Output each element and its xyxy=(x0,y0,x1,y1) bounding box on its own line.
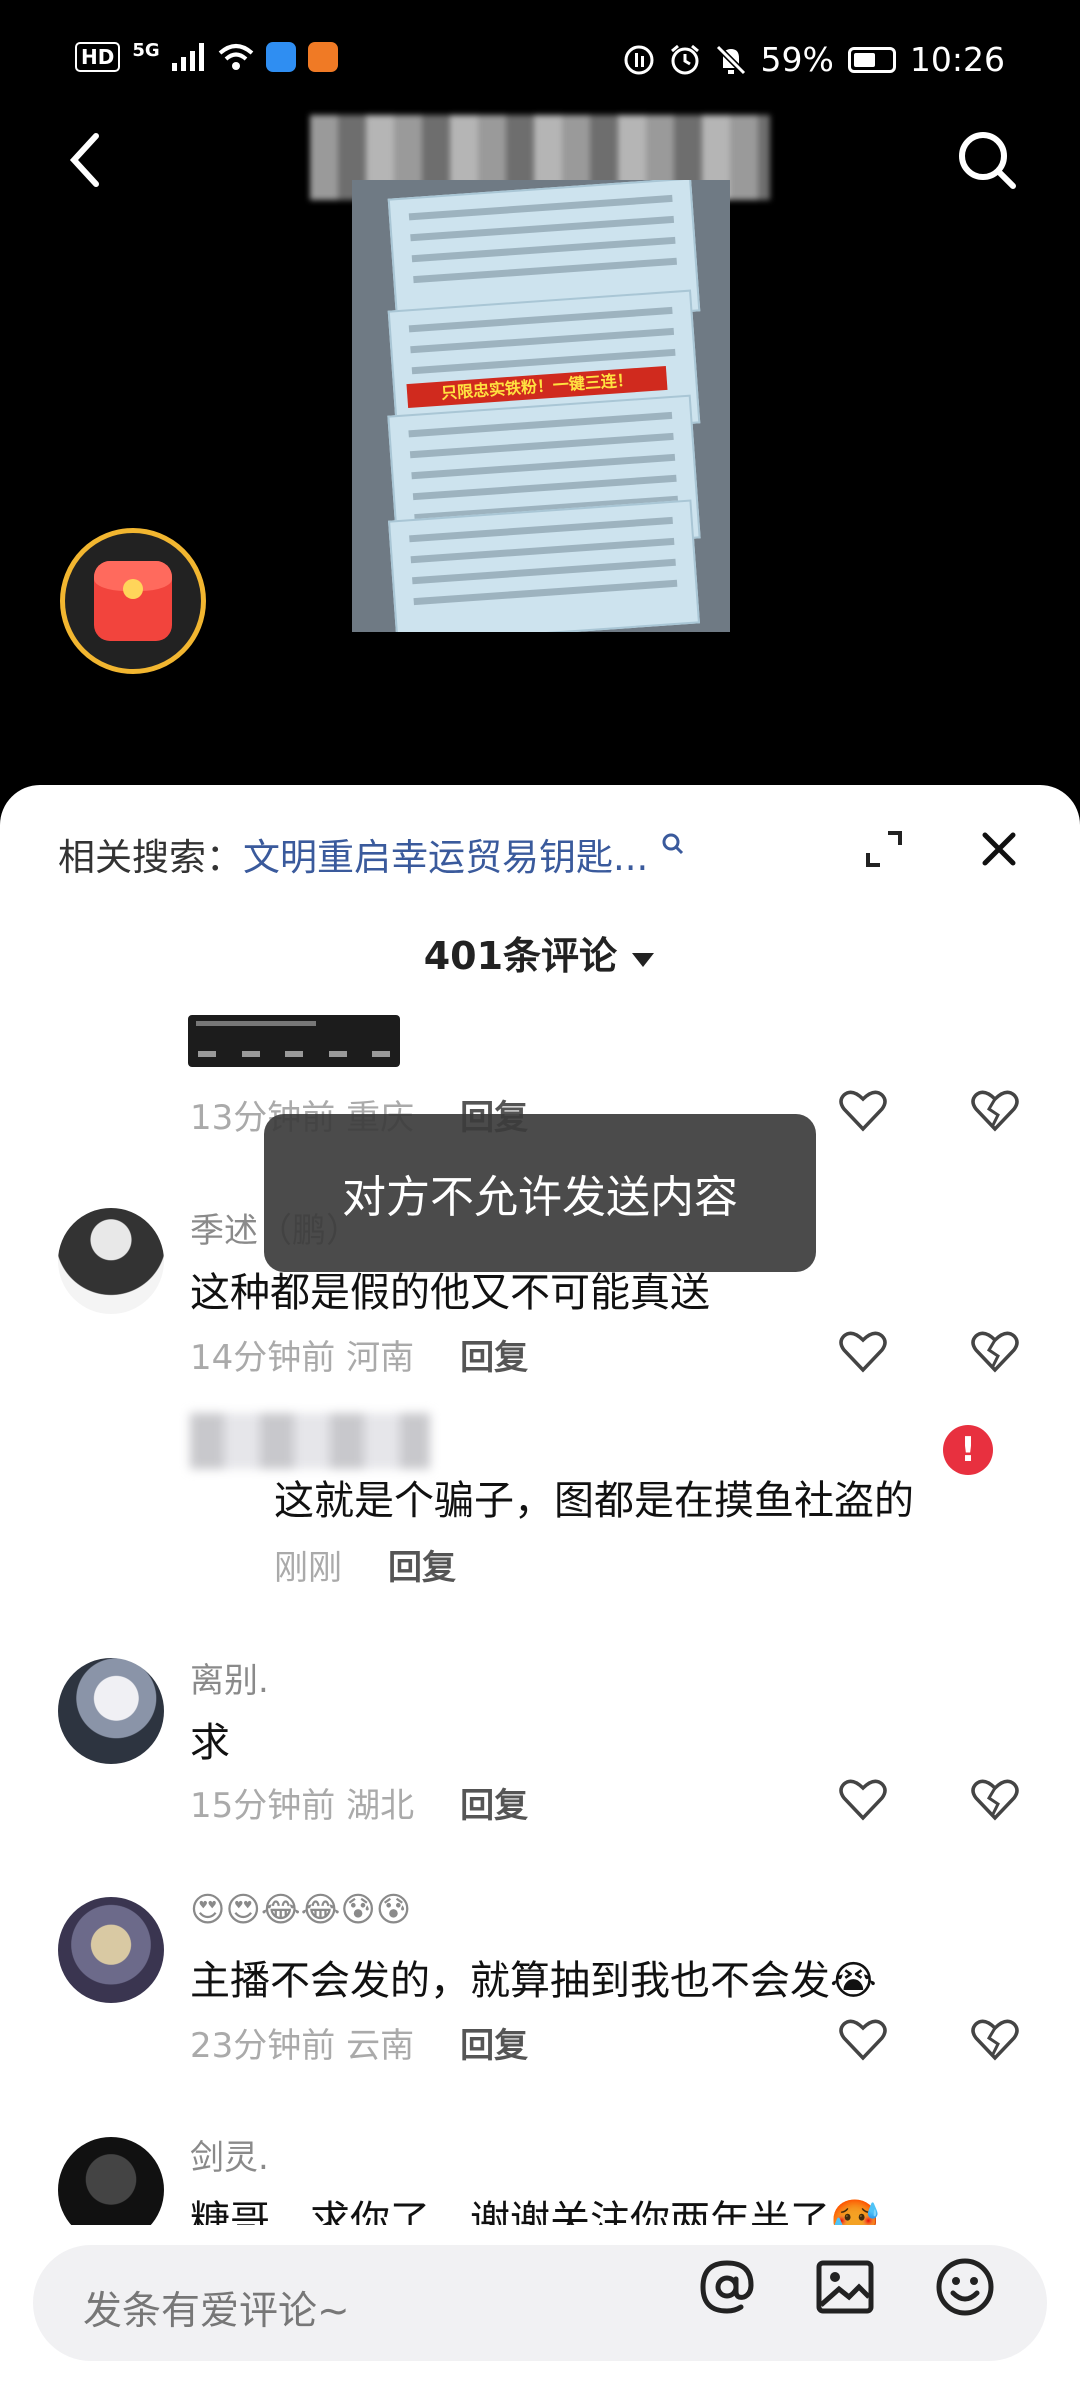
comments-sheet: 相关搜索：文明重启幸运贸易钥匙... 401条评论 13分钟前 重庆回复 季述（… xyxy=(0,785,1080,2388)
send-failed-icon[interactable]: ! xyxy=(943,1425,993,1475)
avatar[interactable] xyxy=(58,1897,164,2003)
comment-text: 求 xyxy=(190,1720,230,1766)
caret-down-icon xyxy=(632,953,655,967)
app-notification-icon xyxy=(307,42,338,72)
heart-icon[interactable] xyxy=(838,1776,888,1822)
related-search-label: 相关搜索： xyxy=(58,836,243,879)
close-icon[interactable] xyxy=(979,829,1019,869)
blurred-author xyxy=(190,1413,430,1469)
hd-indicator: HD xyxy=(75,42,121,72)
comment-input-placeholder: 发条有爱评论~ xyxy=(83,2289,350,2334)
coupon-card xyxy=(388,499,700,632)
comment-author[interactable]: 离别. xyxy=(190,1653,269,1702)
avatar[interactable] xyxy=(58,1658,164,1764)
status-bar: HD 5G 59% 10:26 xyxy=(0,0,1080,120)
comment-count[interactable]: 401条评论 xyxy=(0,925,1080,980)
comment-meta: 刚刚 回复 xyxy=(274,1548,456,1588)
comment-text: 主播不会发的，就算抽到我也不会发😭 xyxy=(190,1958,877,2004)
reply-button[interactable]: 回复 xyxy=(460,1786,528,1826)
broken-heart-icon[interactable] xyxy=(970,1328,1020,1374)
battery-icon xyxy=(847,46,896,73)
video-frame[interactable]: 只限忠实铁粉！一键三连！ xyxy=(352,180,730,632)
red-packet-icon xyxy=(94,561,172,641)
reply-button[interactable]: 回复 xyxy=(460,2026,528,2066)
battery-percent: 59% xyxy=(760,40,834,79)
wifi-icon xyxy=(218,44,253,70)
heart-icon[interactable] xyxy=(838,1087,888,1133)
avatar[interactable] xyxy=(58,1208,164,1314)
comment-input[interactable]: 发条有爱评论~ xyxy=(33,2245,1047,2361)
mention-icon[interactable] xyxy=(695,2255,759,2319)
back-button[interactable] xyxy=(56,120,116,200)
comment-meta: 23分钟前 云南 回复 xyxy=(190,2026,529,2066)
reply-button[interactable]: 回复 xyxy=(388,1548,456,1588)
broken-heart-icon[interactable] xyxy=(970,1776,1020,1822)
comment-author-emoji[interactable]: 😍😍😂😂😰😰 xyxy=(190,1890,411,1930)
network-type: 5G xyxy=(132,39,160,61)
search-icon xyxy=(662,833,684,854)
related-search[interactable]: 相关搜索：文明重启幸运贸易钥匙... xyxy=(58,827,686,881)
heart-icon[interactable] xyxy=(838,1328,888,1374)
comment-meta: 15分钟前 湖北 回复 xyxy=(190,1786,529,1826)
reply-button[interactable]: 回复 xyxy=(460,1338,528,1378)
image-icon[interactable] xyxy=(813,2255,877,2319)
related-search-query[interactable]: 文明重启幸运贸易钥匙... xyxy=(243,836,648,879)
red-packet-button[interactable] xyxy=(60,528,206,674)
app-notification-icon xyxy=(265,42,296,72)
comment-count-label: 401条评论 xyxy=(423,934,618,978)
heart-icon[interactable] xyxy=(838,2016,888,2062)
comment-meta: 14分钟前 河南 回复 xyxy=(190,1338,529,1378)
comment-input-bar: 发条有爱评论~ xyxy=(0,2225,1080,2388)
comment-author[interactable]: 剑灵. xyxy=(190,2130,269,2179)
search-button[interactable] xyxy=(952,120,1022,200)
back-arrow-icon xyxy=(69,133,99,187)
alarm-icon xyxy=(670,44,699,74)
broken-heart-icon[interactable] xyxy=(970,2016,1020,2062)
data-saver-icon xyxy=(624,45,654,74)
search-icon xyxy=(959,132,1016,189)
toast-message: 对方不允许发送内容 xyxy=(264,1114,816,1272)
broken-heart-icon[interactable] xyxy=(970,1087,1020,1133)
mute-icon xyxy=(715,44,746,75)
signal-icon xyxy=(171,43,204,71)
reply-text: 这就是个骗子，图都是在摸鱼社盗的 xyxy=(274,1478,914,1524)
clock: 10:26 xyxy=(909,40,1005,79)
expand-icon[interactable] xyxy=(864,829,904,869)
comment-image[interactable] xyxy=(188,1015,400,1067)
emoji-icon[interactable] xyxy=(933,2255,997,2319)
